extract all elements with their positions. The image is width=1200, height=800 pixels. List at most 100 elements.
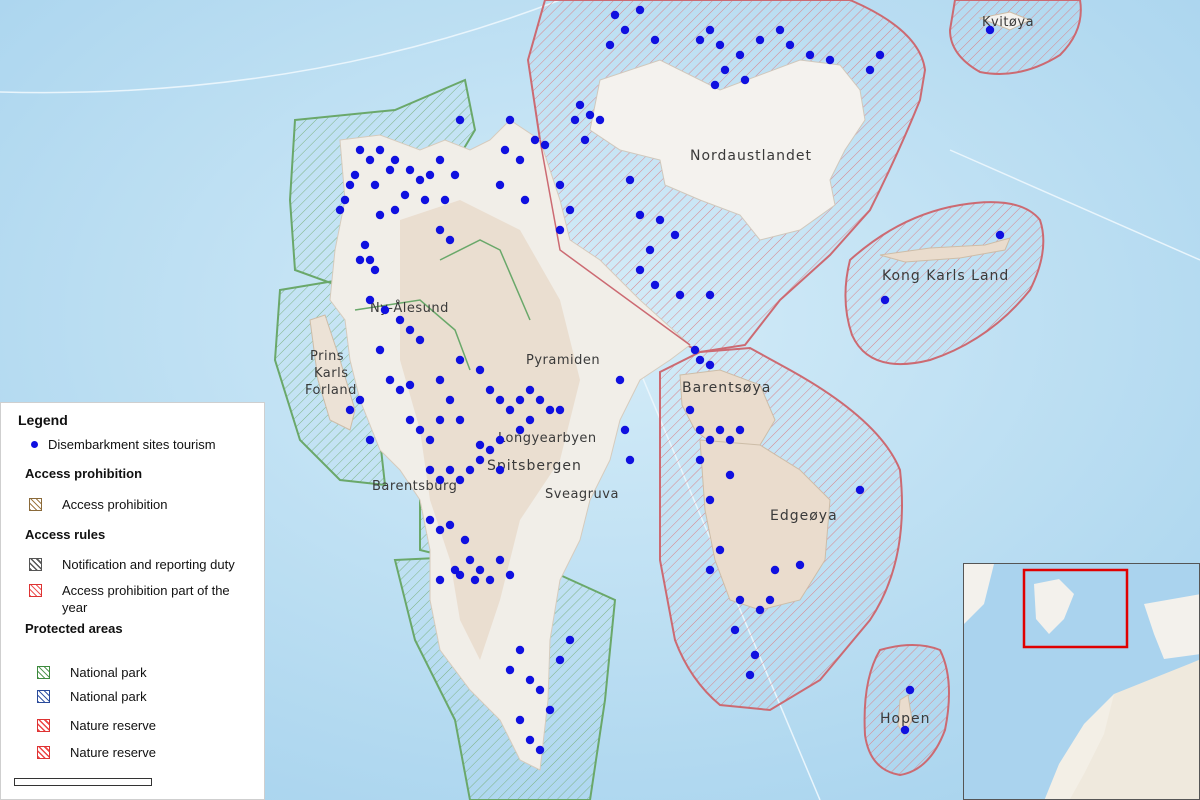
disembarkment-site-dot: [395, 385, 405, 395]
place-label-longyearbyen: Longyearbyen: [498, 431, 597, 446]
disembarkment-site-dot: [405, 415, 415, 425]
place-label-prins: Prins: [310, 349, 344, 364]
disembarkment-site-dot: [385, 375, 395, 385]
legend-label: National park: [70, 689, 147, 704]
disembarkment-site-dot: [580, 135, 590, 145]
legend-label: Nature reserve: [70, 718, 156, 733]
disembarkment-site-dot: [715, 40, 725, 50]
red-hatch-icon: [29, 584, 42, 597]
disembarkment-site-dot: [515, 645, 525, 655]
disembarkment-site-dot: [425, 515, 435, 525]
place-label-barentsoya: Barentsøya: [682, 380, 771, 396]
disembarkment-site-dot: [530, 135, 540, 145]
disembarkment-site-dot: [355, 255, 365, 265]
disembarkment-site-dot: [435, 415, 445, 425]
disembarkment-site-dot: [740, 75, 750, 85]
disembarkment-site-dot: [575, 100, 585, 110]
disembarkment-site-dot: [625, 175, 635, 185]
disembarkment-site-dot: [535, 685, 545, 695]
place-label-pyramiden: Pyramiden: [526, 353, 600, 368]
disembarkment-site-dot: [450, 170, 460, 180]
legend-item-nature-reserve-2: Nature reserve: [37, 744, 156, 761]
disembarkment-site-dot: [695, 35, 705, 45]
disembarkment-site-dot: [545, 405, 555, 415]
disembarkment-site-dot: [515, 715, 525, 725]
disembarkment-site-dot: [400, 190, 410, 200]
disembarkment-site-dot: [620, 425, 630, 435]
disembarkment-site-dot: [435, 225, 445, 235]
disembarkment-site-dot: [500, 145, 510, 155]
disembarkment-site-dot: [555, 655, 565, 665]
disembarkment-site-dot: [525, 385, 535, 395]
legend-heading-access-rules: Access rules: [25, 527, 106, 542]
legend-label: Notification and reporting duty: [62, 557, 235, 572]
disembarkment-site-dot: [435, 475, 445, 485]
disembarkment-site-dot: [745, 670, 755, 680]
disembarkment-site-dot: [355, 145, 365, 155]
place-label-nordaustlandet: Nordaustlandet: [690, 148, 812, 164]
disembarkment-site-dot: [455, 415, 465, 425]
disembarkment-site-dot: [505, 115, 515, 125]
disembarkment-site-dot: [390, 205, 400, 215]
disembarkment-site-dot: [775, 25, 785, 35]
disembarkment-site-dot: [715, 425, 725, 435]
grey-hatch-icon: [29, 558, 42, 571]
disembarkment-site-dot: [450, 565, 460, 575]
disembarkment-site-dot: [515, 425, 525, 435]
disembarkment-site-dot: [705, 25, 715, 35]
disembarkment-site-dot: [475, 455, 485, 465]
disembarkment-site-dot: [420, 195, 430, 205]
overview-inset-map[interactable]: [963, 563, 1200, 800]
disembarkment-site-dot: [435, 575, 445, 585]
disembarkment-site-dot: [355, 395, 365, 405]
disembarkment-site-dot: [705, 495, 715, 505]
disembarkment-site-dot: [670, 230, 680, 240]
disembarkment-site-dot: [475, 565, 485, 575]
disembarkment-site-dot: [460, 535, 470, 545]
disembarkment-site-dot: [485, 445, 495, 455]
disembarkment-site-dot: [415, 175, 425, 185]
disembarkment-site-dot: [405, 165, 415, 175]
disembarkment-site-dot: [825, 55, 835, 65]
disembarkment-site-dot: [705, 435, 715, 445]
disembarkment-site-dot: [695, 425, 705, 435]
disembarkment-site-dot: [595, 115, 605, 125]
disembarkment-site-dot: [525, 675, 535, 685]
brown-hatch-icon: [29, 498, 42, 511]
disembarkment-site-dot: [720, 65, 730, 75]
disembarkment-site-dot: [435, 525, 445, 535]
disembarkment-site-dot: [750, 650, 760, 660]
disembarkment-site-dot: [615, 375, 625, 385]
disembarkment-site-dot: [475, 365, 485, 375]
legend-item-national-park-blue: National park: [37, 688, 147, 705]
disembarkment-site-dot: [370, 180, 380, 190]
disembarkment-site-dot: [535, 395, 545, 405]
disembarkment-site-dot: [445, 395, 455, 405]
disembarkment-site-dot: [365, 155, 375, 165]
legend-heading-protected-areas: Protected areas: [25, 621, 123, 636]
disembarkment-site-dot: [505, 570, 515, 580]
legend-item-access-prohibition: Access prohibition: [29, 496, 168, 513]
disembarkment-site-dot: [715, 545, 725, 555]
red-hatch-icon: [37, 719, 50, 732]
disembarkment-site-dot: [620, 25, 630, 35]
place-label-edgeoya: Edgeøya: [770, 508, 838, 524]
disembarkment-site-dot: [765, 595, 775, 605]
place-label-kong-karls-land: Kong Karls Land: [882, 268, 1009, 284]
disembarkment-site-dot: [370, 265, 380, 275]
disembarkment-site-dot: [710, 80, 720, 90]
disembarkment-site-dot: [445, 520, 455, 530]
disembarkment-site-dot: [650, 35, 660, 45]
disembarkment-site-dot: [375, 145, 385, 155]
disembarkment-site-dot: [555, 180, 565, 190]
disembarkment-site-dot: [985, 25, 995, 35]
disembarkment-site-dot: [685, 405, 695, 415]
disembarkment-site-dot: [675, 290, 685, 300]
disembarkment-site-dot: [340, 195, 350, 205]
disembarkment-site-dot: [345, 405, 355, 415]
disembarkment-site-dot: [570, 115, 580, 125]
disembarkment-site-dot: [695, 455, 705, 465]
legend-heading-access-prohibition: Access prohibition: [25, 466, 143, 481]
legend-panel: Legend Disembarkment sites tourism Acces…: [0, 402, 265, 800]
disembarkment-site-dot: [485, 575, 495, 585]
